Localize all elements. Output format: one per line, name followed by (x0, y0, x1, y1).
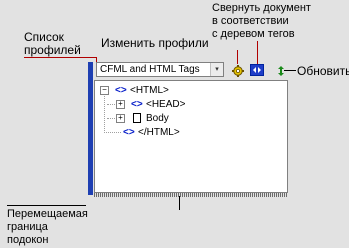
splitter-callout-line3: подокон (7, 234, 49, 246)
tree-node-body[interactable]: + Body (115, 112, 275, 125)
edit-profiles-leader (237, 50, 238, 64)
splitter-callout-line1: Перемещаемая (7, 208, 88, 220)
tree-node-label: </HTML> (138, 127, 180, 138)
tag-icon: <> (123, 127, 135, 138)
expand-toggle[interactable]: + (116, 114, 125, 123)
collapse-callout-line3: с деревом тегов (212, 28, 295, 40)
pane-splitter[interactable] (88, 62, 93, 195)
resize-grip-leader (179, 196, 180, 210)
collapse-leader (257, 41, 258, 64)
tree-node-label: Body (146, 113, 169, 124)
splitter-callout-line2: граница (7, 221, 48, 233)
tree-node-label: <HEAD> (146, 99, 186, 110)
tree-node-html[interactable]: − <> <HTML> (99, 84, 279, 97)
gear-icon (232, 65, 244, 77)
collapse-toggle[interactable]: − (100, 86, 109, 95)
collapse-callout-line1: Свернуть документ (212, 2, 311, 14)
tag-tree-panel[interactable]: − <> <HTML> + <> <HEAD> + Body <> </HTML… (94, 80, 288, 193)
refresh-button[interactable] (277, 64, 291, 76)
edit-profiles-button[interactable] (231, 64, 245, 77)
profile-list-leader-h (24, 57, 96, 58)
refresh-callout: Обновить (297, 64, 349, 78)
tree-node-label: <HTML> (130, 85, 169, 96)
collapse-to-tag-tree-button[interactable] (250, 64, 264, 76)
collapse-callout-line2: в соответствии (212, 15, 289, 27)
resize-grip[interactable] (94, 193, 288, 197)
chevron-down-icon[interactable]: ▾ (210, 63, 223, 76)
expand-toggle[interactable]: + (116, 100, 125, 109)
profile-select-value: CFML and HTML Tags (100, 64, 200, 75)
tag-icon: <> (115, 85, 127, 96)
splitter-leader (7, 205, 86, 206)
document-icon (133, 113, 141, 123)
profile-list-callout-line2: профилей (24, 43, 81, 57)
tree-node-html-close[interactable]: <> </HTML> (115, 126, 275, 139)
tag-tree-sync-icon (253, 67, 261, 73)
refresh-icon (278, 66, 284, 76)
edit-profiles-callout: Изменить профили (101, 36, 209, 50)
tag-icon: <> (131, 99, 143, 110)
profile-select[interactable]: CFML and HTML Tags ▾ (96, 62, 224, 77)
tree-node-head[interactable]: + <> <HEAD> (115, 98, 275, 111)
